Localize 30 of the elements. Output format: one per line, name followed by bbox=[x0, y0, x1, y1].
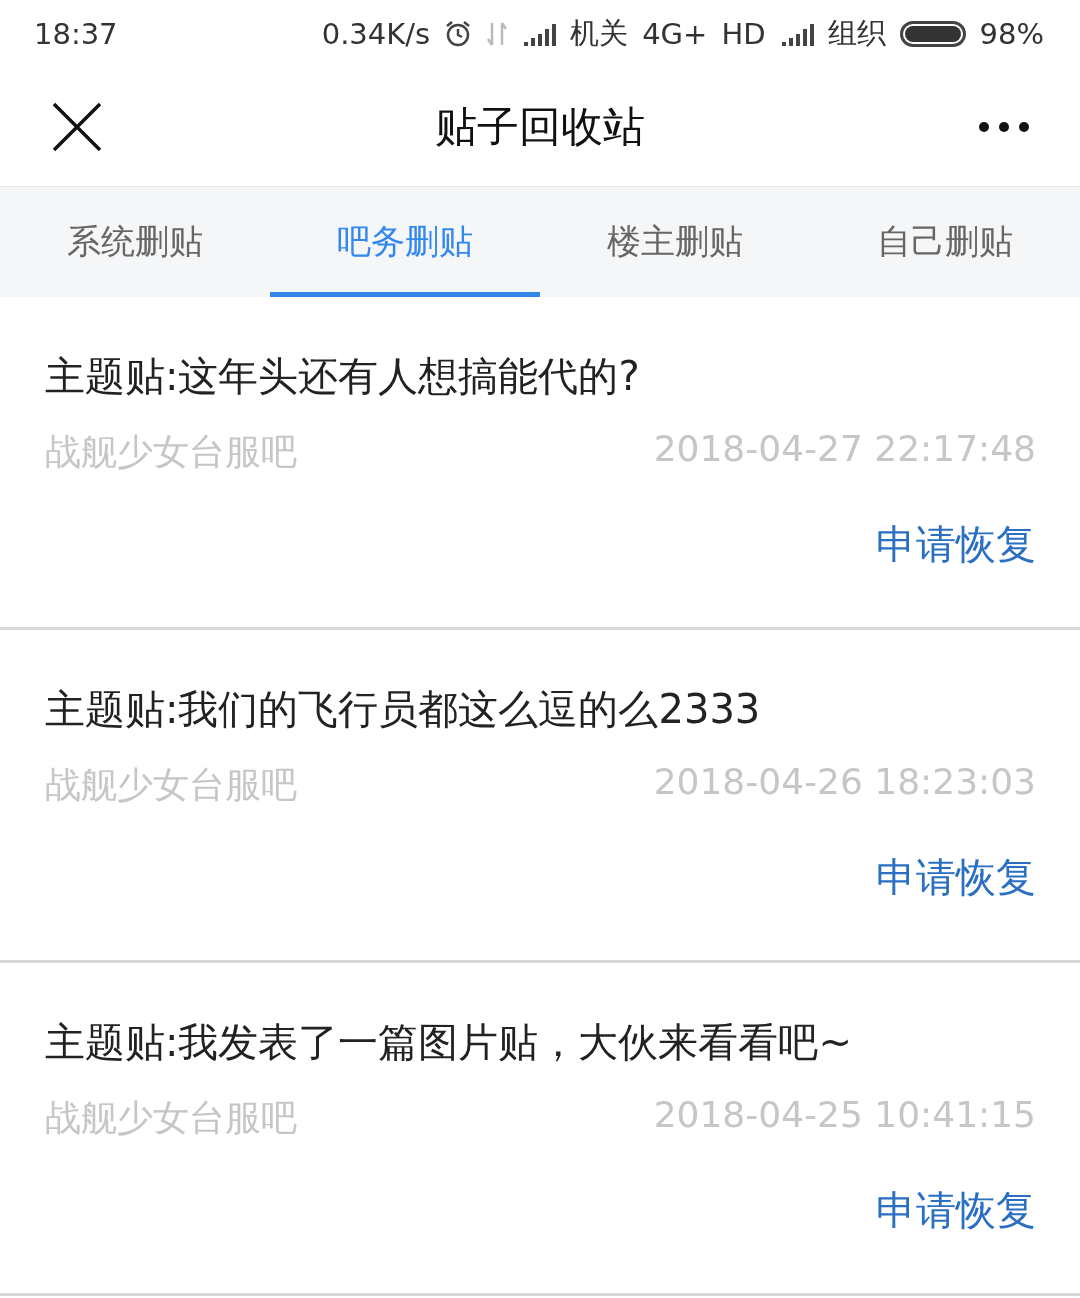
post-title[interactable]: 主题贴:我发表了一篇图片贴，大伙来看看吧~ bbox=[45, 1015, 1036, 1070]
carrier-name: 机关 bbox=[570, 15, 629, 52]
tab[interactable]: 楼主删贴 bbox=[540, 187, 810, 297]
restore-link[interactable]: 申请恢复 bbox=[876, 1183, 1036, 1238]
forum-name: 战舰少女台服吧 bbox=[45, 763, 297, 807]
close-icon[interactable] bbox=[52, 102, 102, 152]
hd-label: HD bbox=[721, 17, 766, 51]
tab[interactable]: 吧务删贴 bbox=[270, 187, 540, 297]
post-title[interactable]: 主题贴:这年头还有人想搞能代的? bbox=[45, 349, 1036, 404]
signal-icon bbox=[779, 22, 814, 46]
post-time: 2018-04-27 22:17:48 bbox=[653, 428, 1036, 471]
forum-name: 战舰少女台服吧 bbox=[45, 430, 297, 474]
forum-name: 战舰少女台服吧 bbox=[45, 1096, 297, 1140]
signal-icon bbox=[522, 22, 557, 46]
battery-level: 98% bbox=[979, 17, 1044, 51]
more-icon[interactable] bbox=[978, 121, 1030, 133]
restore-link[interactable]: 申请恢复 bbox=[876, 517, 1036, 572]
post-title[interactable]: 主题贴:我们的飞行员都这么逗的么2333 bbox=[45, 682, 1036, 737]
carrier-name: 组织 bbox=[827, 15, 886, 52]
page-title: 贴子回收站 bbox=[435, 101, 645, 153]
tab[interactable]: 自己删贴 bbox=[810, 187, 1080, 297]
tab[interactable]: 系统删贴 bbox=[0, 187, 270, 297]
battery-icon bbox=[899, 21, 966, 47]
data-arrows-icon bbox=[486, 21, 509, 47]
network-speed: 0.34K/s bbox=[321, 17, 431, 51]
restore-link[interactable]: 申请恢复 bbox=[876, 850, 1036, 905]
post-time: 2018-04-25 10:41:15 bbox=[653, 1094, 1036, 1137]
post-time: 2018-04-26 18:23:03 bbox=[653, 761, 1036, 804]
network-type: 4G+ bbox=[642, 17, 708, 51]
clock-time: 18:37 bbox=[34, 17, 118, 51]
